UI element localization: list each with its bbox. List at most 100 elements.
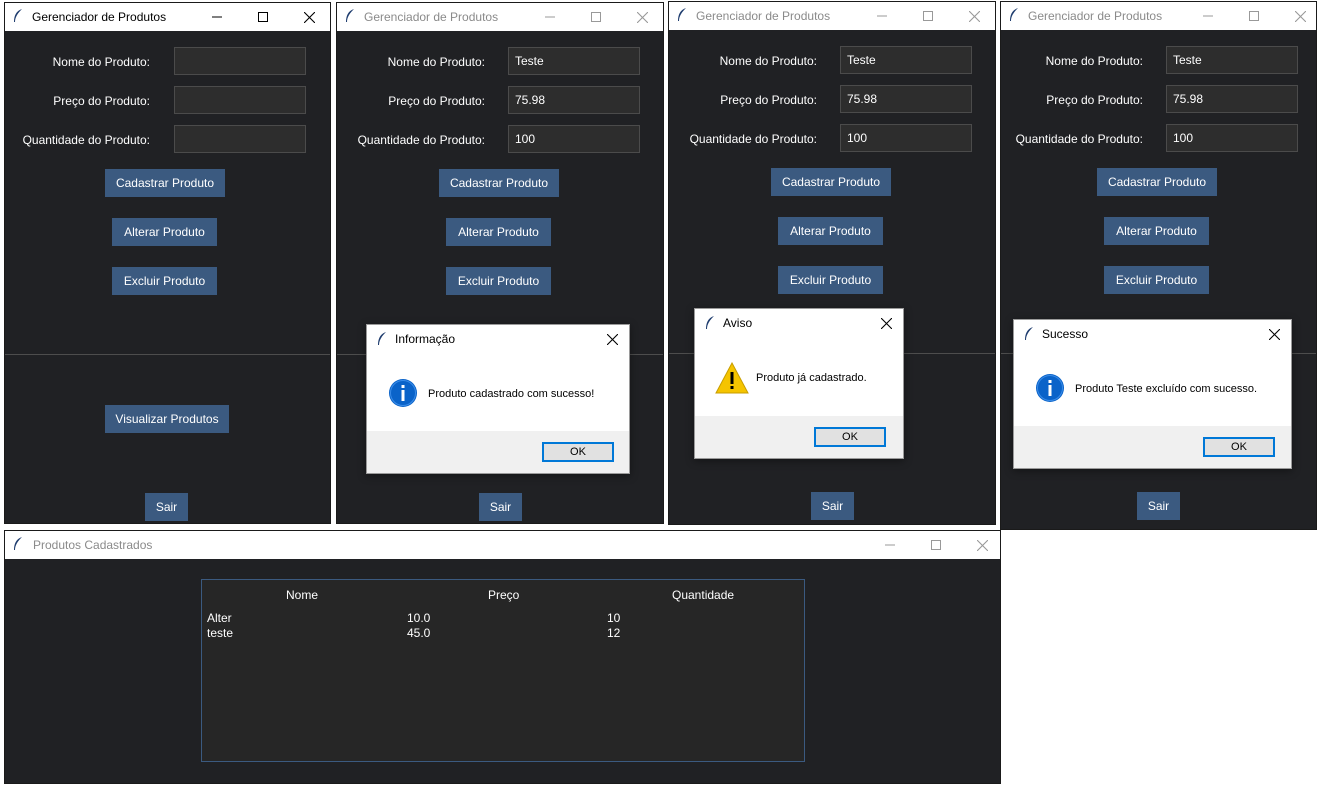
qty-input[interactable]: 100	[1166, 124, 1298, 152]
edit-button[interactable]: Alterar Produto	[112, 218, 217, 246]
window-title: Gerenciador de Produtos	[1028, 9, 1163, 23]
register-button[interactable]: Cadastrar Produto	[1097, 168, 1217, 196]
separator	[5, 354, 330, 355]
close-button[interactable]	[601, 329, 623, 349]
register-button[interactable]: Cadastrar Produto	[439, 169, 559, 197]
name-label: Nome do Produto:	[719, 54, 817, 68]
dialog-message: Produto cadastrado com sucesso!	[428, 388, 595, 400]
edit-button[interactable]: Alterar Produto	[778, 217, 883, 245]
register-button[interactable]: Cadastrar Produto	[105, 169, 225, 197]
title-bar[interactable]: Gerenciador de Produtos	[1001, 2, 1316, 30]
price-label: Preço do Produto:	[720, 93, 817, 107]
price-label: Preço do Produto:	[53, 94, 150, 108]
delete-button[interactable]: Excluir Produto	[446, 267, 551, 295]
dialog-message: Produto Teste excluído com sucesso.	[1075, 383, 1258, 395]
price-input[interactable]: 75.98	[1166, 85, 1298, 113]
name-input[interactable]: Teste	[508, 47, 640, 75]
edit-button[interactable]: Alterar Produto	[1104, 217, 1209, 245]
price-label: Preço do Produto:	[388, 94, 485, 108]
minimize-button[interactable]	[867, 531, 913, 559]
title-bar[interactable]: Gerenciador de Produtos	[669, 2, 995, 30]
price-input[interactable]: 75.98	[508, 86, 640, 114]
title-bar[interactable]: Produtos Cadastrados	[5, 531, 1000, 559]
name-input[interactable]: Teste	[1166, 46, 1298, 74]
cell-quantity: 10	[607, 611, 621, 625]
feather-icon	[1010, 8, 1018, 21]
price-input[interactable]	[174, 86, 306, 114]
view-products-button[interactable]: Visualizar Produtos	[105, 405, 229, 433]
title-bar[interactable]: Gerenciador de Produtos	[5, 3, 330, 31]
warning-icon	[715, 362, 749, 394]
window-title: Produtos Cadastrados	[33, 538, 153, 552]
close-button[interactable]	[875, 313, 897, 333]
qty-label: Quantidade do Produto:	[1015, 132, 1143, 146]
qty-input[interactable]	[174, 125, 306, 153]
table-row[interactable]: teste 45.0 12	[202, 625, 804, 640]
delete-button[interactable]: Excluir Produto	[112, 267, 217, 295]
close-button[interactable]	[1277, 2, 1322, 30]
qty-label: Quantidade do Produto:	[22, 133, 150, 147]
title-bar[interactable]: Gerenciador de Produtos	[337, 3, 663, 31]
cell-price: 10.0	[407, 611, 431, 625]
window-title: Gerenciador de Produtos	[32, 10, 167, 24]
close-icon	[976, 539, 988, 551]
maximize-button[interactable]	[573, 3, 619, 31]
maximize-button[interactable]	[1231, 2, 1277, 30]
minimize-button[interactable]	[194, 3, 240, 31]
feather-icon	[378, 332, 386, 345]
info-dialog: Informação Produto cadastrado com sucess…	[366, 324, 630, 474]
products-table[interactable]: Nome Preço Quantidade Alter 10.0 10 test…	[201, 579, 805, 762]
column-header-name[interactable]: Nome	[286, 588, 318, 602]
exit-button[interactable]: Sair	[145, 493, 188, 521]
close-button[interactable]	[619, 3, 665, 31]
minimize-icon	[212, 16, 222, 18]
feather-icon	[1025, 327, 1033, 340]
name-input[interactable]: Teste	[840, 46, 972, 74]
feather-icon	[678, 8, 686, 21]
maximize-icon	[258, 12, 268, 22]
maximize-button[interactable]	[913, 531, 959, 559]
dialog-title: Aviso	[723, 316, 753, 330]
delete-button[interactable]: Excluir Produto	[1104, 266, 1209, 294]
close-icon	[880, 317, 892, 329]
cell-name: Alter	[207, 611, 232, 625]
close-button[interactable]	[286, 3, 332, 31]
qty-input[interactable]: 100	[508, 125, 640, 153]
qty-input[interactable]: 100	[840, 124, 972, 152]
dialog-message: Produto já cadastrado.	[756, 372, 867, 384]
close-button[interactable]	[1263, 324, 1285, 344]
close-button[interactable]	[959, 531, 1005, 559]
exit-button[interactable]: Sair	[479, 493, 522, 521]
warning-dialog: Aviso Produto já cadastrado. OK	[694, 308, 904, 459]
name-input[interactable]	[174, 47, 306, 75]
table-row[interactable]: Alter 10.0 10	[202, 610, 804, 625]
qty-label: Quantidade do Produto:	[689, 132, 817, 146]
cell-name: teste	[207, 626, 234, 640]
column-header-price[interactable]: Preço	[488, 588, 519, 602]
ok-button[interactable]: OK	[814, 427, 886, 447]
register-button[interactable]: Cadastrar Produto	[771, 168, 891, 196]
exit-button[interactable]: Sair	[1137, 492, 1180, 520]
feather-icon	[346, 9, 354, 22]
price-input[interactable]: 75.98	[840, 85, 972, 113]
window-main-empty: Gerenciador de Produtos Nome do Produto:…	[4, 2, 331, 524]
column-header-quantity[interactable]: Quantidade	[672, 588, 734, 602]
close-icon	[968, 10, 980, 22]
maximize-button[interactable]	[240, 3, 286, 31]
close-icon	[606, 333, 618, 345]
minimize-icon	[1203, 15, 1213, 17]
edit-button[interactable]: Alterar Produto	[446, 218, 551, 246]
feather-icon	[706, 316, 714, 329]
delete-button[interactable]: Excluir Produto	[778, 266, 883, 294]
dialog-footer: OK	[1014, 426, 1291, 468]
window-title: Gerenciador de Produtos	[364, 10, 499, 24]
ok-button[interactable]: OK	[1203, 437, 1275, 457]
maximize-icon	[591, 12, 601, 22]
ok-button[interactable]: OK	[542, 442, 614, 462]
exit-button[interactable]: Sair	[811, 492, 854, 520]
minimize-button[interactable]	[1185, 2, 1231, 30]
maximize-button[interactable]	[905, 2, 951, 30]
close-button[interactable]	[951, 2, 997, 30]
minimize-button[interactable]	[859, 2, 905, 30]
minimize-button[interactable]	[527, 3, 573, 31]
